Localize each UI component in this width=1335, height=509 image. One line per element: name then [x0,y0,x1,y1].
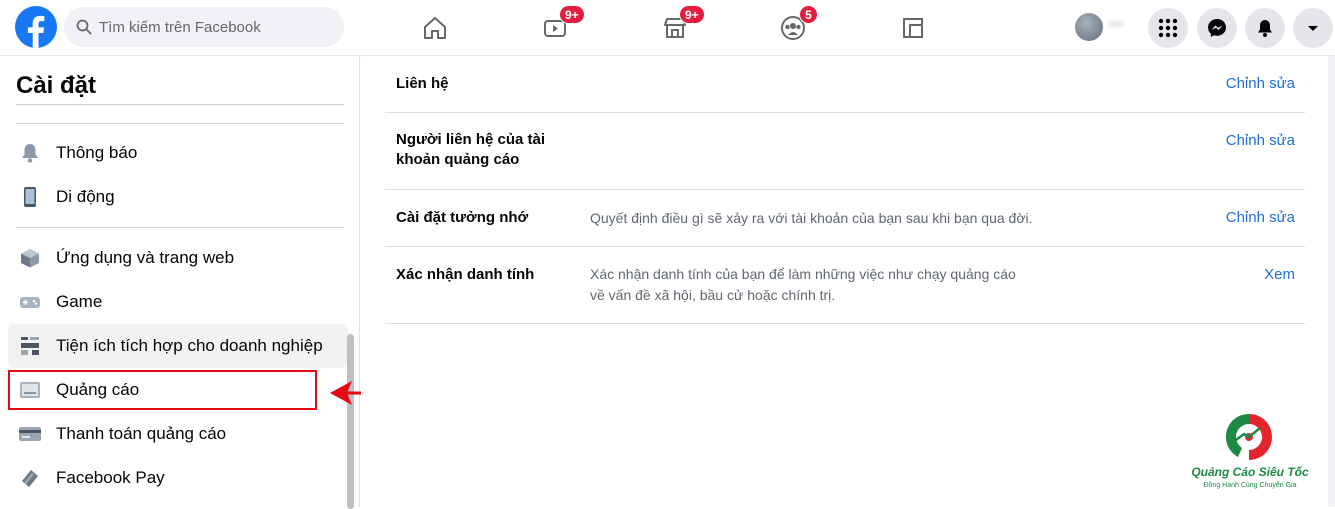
sidebar-item-label: Ứng dụng và trang web [56,248,235,267]
phone-icon [18,185,42,209]
notifications-button[interactable] [1245,8,1285,48]
home-tab[interactable] [415,8,455,48]
row-label: Xác nhận danh tính [396,266,535,283]
marketplace-badge: 9+ [679,5,705,24]
sidebar-item-label: Game [56,292,103,311]
settings-row-identity-confirmation: Xác nhận danh tính Xác nhận danh tính củ… [385,247,1305,324]
sidebar-item-label: Di động [56,187,115,206]
settings-row-memorialization: Cài đặt tưởng nhớ Quyết định điều gì sẽ … [385,190,1305,247]
page-scrollbar[interactable] [1328,56,1335,507]
watch-badge: 9+ [559,5,585,24]
marketplace-tab[interactable]: 9+ [655,5,705,48]
cube-icon [18,246,42,270]
puzzle-icon [18,334,42,358]
row-description: Quyết định điều gì sẽ xảy ra với tài kho… [590,210,1033,226]
chevron-down-icon [1308,26,1318,31]
row-description: Xác nhận danh tính của bạn để làm những … [590,266,1016,303]
bell-icon [1258,20,1272,37]
gamepad-icon [18,290,42,314]
home-icon [424,17,446,39]
view-link[interactable]: Xem [1264,266,1295,283]
top-navigation-bar: 9+ 9+ 5 *** [0,0,1335,56]
card-icon [18,422,42,446]
watermark-tagline: Đồng Hành Cùng Chuyên Gia [1203,482,1297,489]
account-button[interactable] [1293,8,1333,48]
avatar[interactable] [1075,13,1103,41]
edit-link[interactable]: Chỉnh sửa [1226,209,1295,226]
gaming-tab[interactable] [893,8,933,48]
settings-row-contact: Liên hệ Chỉnh sửa [385,56,1305,113]
watermark: Quảng Cáo Siêu Tốc Đồng Hành Cùng Chuyên… [1180,408,1320,498]
sidebar-item-label: Tiện ích tích hợp cho doanh nghiệp [56,336,323,355]
sidebar-item-games[interactable]: Game [8,280,348,324]
sidebar-item-facebook-pay[interactable]: Facebook Pay [8,456,348,500]
pay-icon [18,466,42,490]
page-title: Cài đặt [16,72,97,99]
watermark-brand: Quảng Cáo Siêu Tốc [1191,465,1309,479]
sidebar-scrollbar[interactable] [347,334,354,509]
edit-link[interactable]: Chỉnh sửa [1226,75,1295,92]
edit-link[interactable]: Chỉnh sửa [1226,132,1295,149]
gaming-icon [903,18,923,38]
watermark-logo-icon [1226,414,1272,460]
settings-row-ad-account-contact: Người liên hệ của tài khoản quảng cáo Ch… [385,113,1305,190]
search-box[interactable] [64,7,344,47]
sidebar-item-apps-websites[interactable]: Ứng dụng và trang web [8,236,348,280]
bell-icon [18,141,42,165]
groups-badge: 5 [799,5,818,24]
sidebar-item-mobile[interactable]: Di động [8,175,348,219]
grid-menu-icon [1158,18,1178,38]
settings-sidebar: Cài đặt Thông báo Di động Ứng dụng và tr… [0,56,360,509]
row-label: Cài đặt tưởng nhớ [396,209,529,226]
highlight-annotation-box [8,370,317,410]
search-input[interactable] [99,18,329,36]
divider [16,104,344,105]
sidebar-item-label: Facebook Pay [56,468,165,487]
divider [16,123,344,124]
sidebar-item-notifications[interactable]: Thông báo [8,131,348,175]
divider [16,227,344,228]
menu-button[interactable] [1148,8,1188,48]
sidebar-item-label: Thanh toán quảng cáo [56,424,227,443]
search-icon [76,19,92,35]
groups-tab[interactable]: 5 [773,5,818,48]
sidebar-item-ad-payments[interactable]: Thanh toán quảng cáo [8,412,348,456]
watch-tab[interactable]: 9+ [535,5,585,48]
messenger-button[interactable] [1197,8,1237,48]
row-label: Liên hệ [396,75,449,92]
row-label: Người liên hệ của tài khoản quảng cáo [396,131,546,168]
facebook-logo-icon[interactable] [15,6,57,48]
profile-name[interactable]: *** [1108,18,1132,36]
sidebar-item-label: Thông báo [56,143,138,162]
messenger-icon [1208,19,1226,37]
sidebar-item-business-integrations[interactable]: Tiện ích tích hợp cho doanh nghiệp [8,324,348,368]
